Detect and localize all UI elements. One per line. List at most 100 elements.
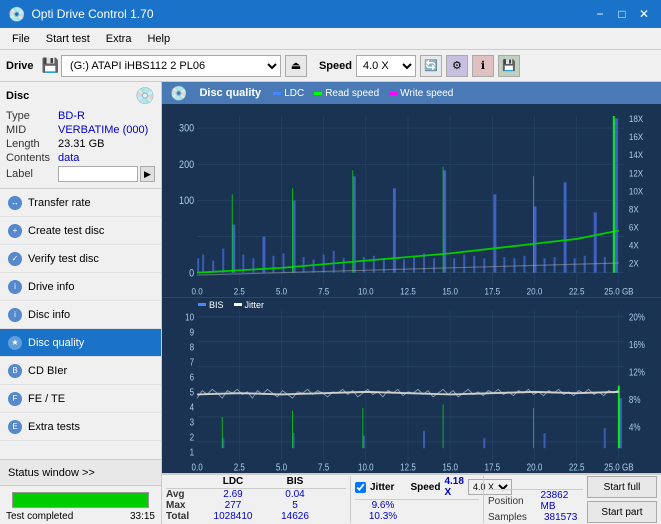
svg-text:12%: 12%	[629, 367, 645, 378]
avg-row: Avg 2.69 0.04	[166, 489, 346, 500]
samples-label: Samples	[488, 512, 540, 523]
svg-text:7.5: 7.5	[318, 462, 329, 473]
chart-header: 💿 Disc quality LDC Read speed Write spee…	[162, 82, 661, 104]
total-label: Total	[166, 511, 202, 522]
svg-text:5: 5	[190, 387, 194, 398]
nav-extra-tests[interactable]: E Extra tests	[0, 413, 161, 441]
svg-text:4%: 4%	[629, 422, 641, 433]
position-row: Position 23862 MB	[488, 490, 583, 512]
length-value: 23.31 GB	[58, 138, 104, 150]
ldc-header: LDC	[202, 476, 264, 487]
start-part-button[interactable]: Start part	[587, 501, 657, 523]
status-window-button[interactable]: Status window >>	[0, 460, 161, 486]
ldc-legend-color	[273, 92, 281, 95]
disc-icon[interactable]: 💿	[135, 86, 155, 106]
bis-header: BIS	[264, 476, 326, 487]
speed-display: 4.18 X	[444, 476, 463, 498]
info-button[interactable]: ℹ	[472, 55, 494, 77]
svg-text:8X: 8X	[629, 204, 639, 215]
svg-text:8: 8	[190, 342, 194, 353]
nav-disc-info[interactable]: i Disc info	[0, 301, 161, 329]
menu-help[interactable]: Help	[139, 31, 178, 47]
avg-bis: 0.04	[264, 489, 326, 500]
svg-text:17.5: 17.5	[485, 286, 501, 297]
fe-te-icon: F	[8, 392, 22, 406]
extra-tests-icon: E	[8, 420, 22, 434]
speed-select[interactable]: 4.0 X	[356, 55, 416, 77]
jitter-checkbox[interactable]	[355, 482, 366, 493]
contents-value: data	[58, 152, 79, 164]
save-button[interactable]: 💾	[498, 55, 520, 77]
length-label: Length	[6, 138, 58, 150]
disc-quality-icon: ★	[8, 336, 22, 350]
nav-menu: ↔ Transfer rate + Create test disc ✓ Ver…	[0, 189, 161, 459]
svg-text:10.0: 10.0	[358, 286, 374, 297]
disc-info-icon: i	[8, 308, 22, 322]
avg-label: Avg	[166, 489, 202, 500]
avg-jitter: 9.6%	[355, 500, 411, 511]
type-value: BD-R	[58, 110, 85, 122]
disc-label-input[interactable]	[58, 166, 138, 182]
svg-text:10X: 10X	[629, 186, 643, 197]
menu-file[interactable]: File	[4, 31, 38, 47]
nav-create-test-disc[interactable]: + Create test disc	[0, 217, 161, 245]
avg-ldc: 2.69	[202, 489, 264, 500]
minimize-button[interactable]: −	[591, 5, 609, 23]
menu-start-test[interactable]: Start test	[38, 31, 98, 47]
nav-cd-bier[interactable]: B CD BIer	[0, 357, 161, 385]
menu-bar: File Start test Extra Help	[0, 28, 661, 50]
nav-transfer-rate[interactable]: ↔ Transfer rate	[0, 189, 161, 217]
stats-header-row: LDC BIS Avg 2.69 0.04 Max 277 5 Total	[162, 474, 661, 524]
progress-bar-container	[12, 492, 149, 508]
transfer-rate-icon: ↔	[8, 196, 22, 210]
svg-text:20%: 20%	[629, 311, 645, 322]
top-chart: 300 200 100 0 18X 16X 14X 12X 10X 8X 6X …	[162, 104, 661, 297]
svg-text:10: 10	[185, 311, 194, 322]
legend-write-speed: Write speed	[389, 88, 453, 99]
nav-disc-quality[interactable]: ★ Disc quality	[0, 329, 161, 357]
max-label: Max	[166, 500, 202, 511]
nav-verify-test-disc[interactable]: ✓ Verify test disc	[0, 245, 161, 273]
eject-button[interactable]: ⏏	[285, 55, 307, 77]
close-button[interactable]: ✕	[635, 5, 653, 23]
svg-text:7.5: 7.5	[318, 286, 329, 297]
maximize-button[interactable]: □	[613, 5, 631, 23]
ldc-bis-headers: LDC BIS	[166, 476, 346, 489]
svg-text:18X: 18X	[629, 113, 643, 124]
svg-text:22.5: 22.5	[569, 462, 585, 473]
svg-text:6X: 6X	[629, 222, 639, 233]
nav-drive-info[interactable]: i Drive info	[0, 273, 161, 301]
refresh-button[interactable]: 🔄	[420, 55, 442, 77]
svg-text:15.0: 15.0	[442, 286, 458, 297]
avg-jitter-row: 9.6%	[355, 500, 479, 511]
svg-text:4X: 4X	[629, 240, 639, 251]
speed-label: Speed	[319, 60, 352, 72]
svg-text:2X: 2X	[629, 258, 639, 269]
svg-text:20.0: 20.0	[527, 462, 543, 473]
settings-button[interactable]: ⚙	[446, 55, 468, 77]
svg-text:14X: 14X	[629, 150, 643, 161]
svg-text:2.5: 2.5	[234, 462, 245, 473]
legend-read-speed: Read speed	[314, 88, 379, 99]
menu-extra[interactable]: Extra	[98, 31, 140, 47]
legend-bis: BIS	[198, 300, 224, 310]
svg-text:200: 200	[179, 159, 194, 171]
svg-text:2: 2	[190, 432, 194, 443]
svg-text:300: 300	[179, 123, 194, 135]
drive-select[interactable]: (G:) ATAPI iHBS112 2 PL06	[61, 55, 281, 77]
position-label: Position	[488, 496, 536, 507]
start-full-button[interactable]: Start full	[587, 476, 657, 498]
cd-bier-icon: B	[8, 364, 22, 378]
max-jitter-row: 10.3%	[355, 511, 479, 522]
title-bar: 💿 Opti Drive Control 1.70 − □ ✕	[0, 0, 661, 28]
svg-text:8%: 8%	[629, 394, 641, 405]
svg-text:2.5: 2.5	[234, 286, 245, 297]
svg-text:25.0 GB: 25.0 GB	[604, 286, 634, 297]
samples-row: Samples 381573	[488, 512, 583, 523]
svg-text:10.0: 10.0	[358, 462, 374, 473]
nav-fe-te[interactable]: F FE / TE	[0, 385, 161, 413]
disc-panel: Disc 💿 Type BD-R MID VERBATIMe (000) Len…	[0, 82, 161, 189]
disc-label-button[interactable]: ▶	[140, 166, 155, 182]
bottom-chart-svg: 10 9 8 7 6 5 4 3 2 1 20% 16% 12% 8% 4%	[162, 298, 661, 473]
svg-text:12.5: 12.5	[400, 462, 416, 473]
